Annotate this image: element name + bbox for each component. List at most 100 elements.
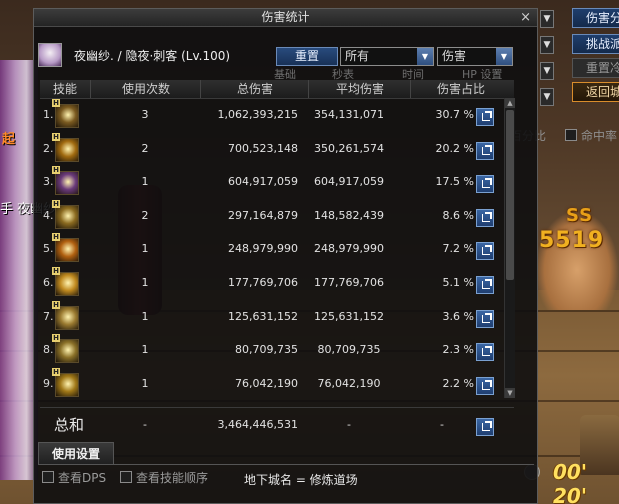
row-pct: 20.2 % — [435, 141, 474, 155]
skill-icon: H — [52, 199, 79, 229]
row-avg: 248,979,990 — [314, 242, 384, 256]
damage-rank: SS — [566, 205, 594, 226]
row-total: 76,042,190 — [235, 376, 298, 390]
share-icon[interactable] — [476, 141, 494, 160]
share-icon[interactable] — [476, 242, 494, 261]
col-pct: 伤害占比 — [410, 80, 511, 98]
row-pct: 3.6 % — [442, 309, 474, 323]
table-row: 5. H 1 248,979,990 248,979,990 7.2 % — [40, 232, 514, 266]
damage-number: 5519 — [539, 228, 605, 253]
chevron-down-icon: ▼ — [496, 48, 512, 65]
skill-icon: H — [52, 334, 79, 364]
chevron-down-icon[interactable]: ▼ — [540, 10, 554, 28]
row-uses: 1 — [141, 175, 149, 189]
faded-options: 基础 秒表 时间 HP 设置 — [274, 66, 534, 81]
chevron-down-icon: ▼ — [417, 48, 433, 65]
skill-icon: H — [52, 367, 79, 397]
checkbox[interactable] — [42, 471, 54, 483]
col-skill: 技能 — [52, 82, 77, 96]
metric-select[interactable]: 伤害 ▼ — [437, 47, 513, 66]
row-avg: 125,631,152 — [314, 309, 384, 323]
share-icon[interactable] — [476, 309, 494, 328]
tab-settings[interactable]: 使用设置 — [38, 442, 114, 464]
close-icon[interactable]: × — [520, 9, 531, 26]
row-total: 80,709,735 — [235, 343, 298, 357]
table-row: 3. H 1 604,917,059 604,917,059 17.5 % — [40, 165, 514, 199]
table-body: 1. H 3 1,062,393,215 354,131,071 30.7 % 2. H 2 70… — [40, 98, 514, 398]
return-town-button[interactable]: 返回城 — [572, 82, 619, 102]
row-pct: 7.2 % — [442, 242, 474, 256]
metric-select-value: 伤害 — [442, 49, 467, 63]
skill-icon: H — [52, 300, 79, 330]
share-icon[interactable] — [476, 175, 494, 194]
total-uses: - — [143, 418, 147, 431]
share-icon[interactable] — [476, 343, 494, 362]
row-total: 604,917,059 — [228, 175, 298, 189]
row-avg: 80,709,735 — [317, 343, 381, 357]
row-pct: 2.3 % — [442, 343, 474, 357]
share-icon[interactable] — [476, 418, 494, 436]
row-pct: 8.6 % — [442, 208, 474, 222]
challenge-button[interactable]: 挑战派 — [572, 34, 619, 54]
row-uses: 1 — [141, 376, 149, 390]
row-avg: 148,582,439 — [314, 208, 384, 222]
character-name: 夜幽纱. / 隐夜·刺客 (Lv.100) — [74, 49, 231, 63]
reset-button[interactable]: 重置 — [276, 47, 338, 66]
scroll-down-icon[interactable]: ▼ — [505, 388, 515, 398]
col-total: 总伤害 — [200, 80, 309, 98]
scroll-thumb[interactable] — [506, 110, 514, 280]
window-titlebar[interactable]: 伤害统计 × — [34, 9, 537, 27]
row-total: 125,631,152 — [228, 309, 298, 323]
row-avg: 76,042,190 — [317, 376, 381, 390]
avatar — [38, 43, 62, 67]
share-icon[interactable] — [476, 108, 494, 126]
total-avg: - — [347, 418, 351, 431]
checkbox[interactable] — [120, 471, 132, 483]
table-header: 技能 使用次数 总伤害 平均伤害 伤害占比 — [40, 80, 514, 99]
reset-cooldown-button[interactable]: 重置冷却 — [572, 58, 619, 78]
row-uses: 1 — [141, 276, 149, 289]
row-uses: 1 — [141, 242, 149, 256]
share-icon[interactable] — [476, 208, 494, 227]
row-pct: 17.5 % — [435, 175, 474, 189]
filter-select[interactable]: 所有 ▼ — [340, 47, 434, 66]
table-row: 7. H 1 125,631,152 125,631,152 3.6 % — [40, 300, 514, 334]
row-total: 177,769,706 — [228, 276, 298, 289]
player-label: 起 — [2, 132, 16, 147]
total-label: 总和 — [54, 416, 85, 434]
table-row: 1. H 3 1,062,393,215 354,131,071 30.7 % — [40, 98, 514, 132]
skill-icon: H — [52, 233, 79, 263]
total-pct: - — [440, 418, 444, 431]
table-row: 2. H 2 700,523,148 350,261,574 20.2 % — [40, 132, 514, 166]
chevron-down-icon[interactable]: ▼ — [540, 36, 554, 54]
row-avg: 350,261,574 — [314, 141, 384, 155]
row-uses: 1 — [141, 343, 149, 357]
show-skill-order-option[interactable]: 查看技能顺序 — [120, 469, 208, 486]
total-row: 总和 - 3,464,446,531 - - — [40, 407, 514, 442]
row-total: 1,062,393,215 — [217, 108, 298, 121]
scroll-up-icon[interactable]: ▲ — [505, 98, 515, 108]
damage-split-button[interactable]: 伤害分 — [572, 8, 619, 28]
row-pct: 30.7 % — [435, 108, 474, 121]
row-avg: 177,769,706 — [314, 276, 384, 289]
total-damage: 3,464,446,531 — [217, 418, 298, 431]
chevron-down-icon[interactable]: ▼ — [540, 88, 554, 106]
skill-icon: H — [52, 267, 79, 296]
col-avg: 平均伤害 — [308, 80, 411, 98]
chevron-down-icon[interactable]: ▼ — [540, 62, 554, 80]
row-total: 700,523,148 — [228, 141, 298, 155]
col-uses: 使用次数 — [90, 80, 201, 98]
tab-bar: 使用设置 — [38, 442, 534, 465]
damage-stats-window: 伤害统计 × 夜幽纱. / 隐夜·刺客 (Lv.100) 重置 所有 ▼ 伤害 … — [33, 8, 538, 504]
scrollbar[interactable]: ▲ ▼ — [504, 98, 515, 398]
table-row: 9. H 1 76,042,190 76,042,190 2.2 % — [40, 367, 514, 401]
row-uses: 2 — [141, 208, 149, 222]
table-row: 4. H 2 297,164,879 148,582,439 8.6 % — [40, 199, 514, 233]
row-pct: 5.1 % — [442, 276, 474, 289]
share-icon[interactable] — [476, 376, 494, 395]
table-row: 8. H 1 80,709,735 80,709,735 2.3 % — [40, 333, 514, 367]
row-uses: 1 — [141, 309, 149, 323]
dungeon-timer: 00' 20' — [553, 460, 587, 504]
show-dps-option[interactable]: 查看DPS — [42, 469, 106, 486]
share-icon[interactable] — [476, 276, 494, 294]
